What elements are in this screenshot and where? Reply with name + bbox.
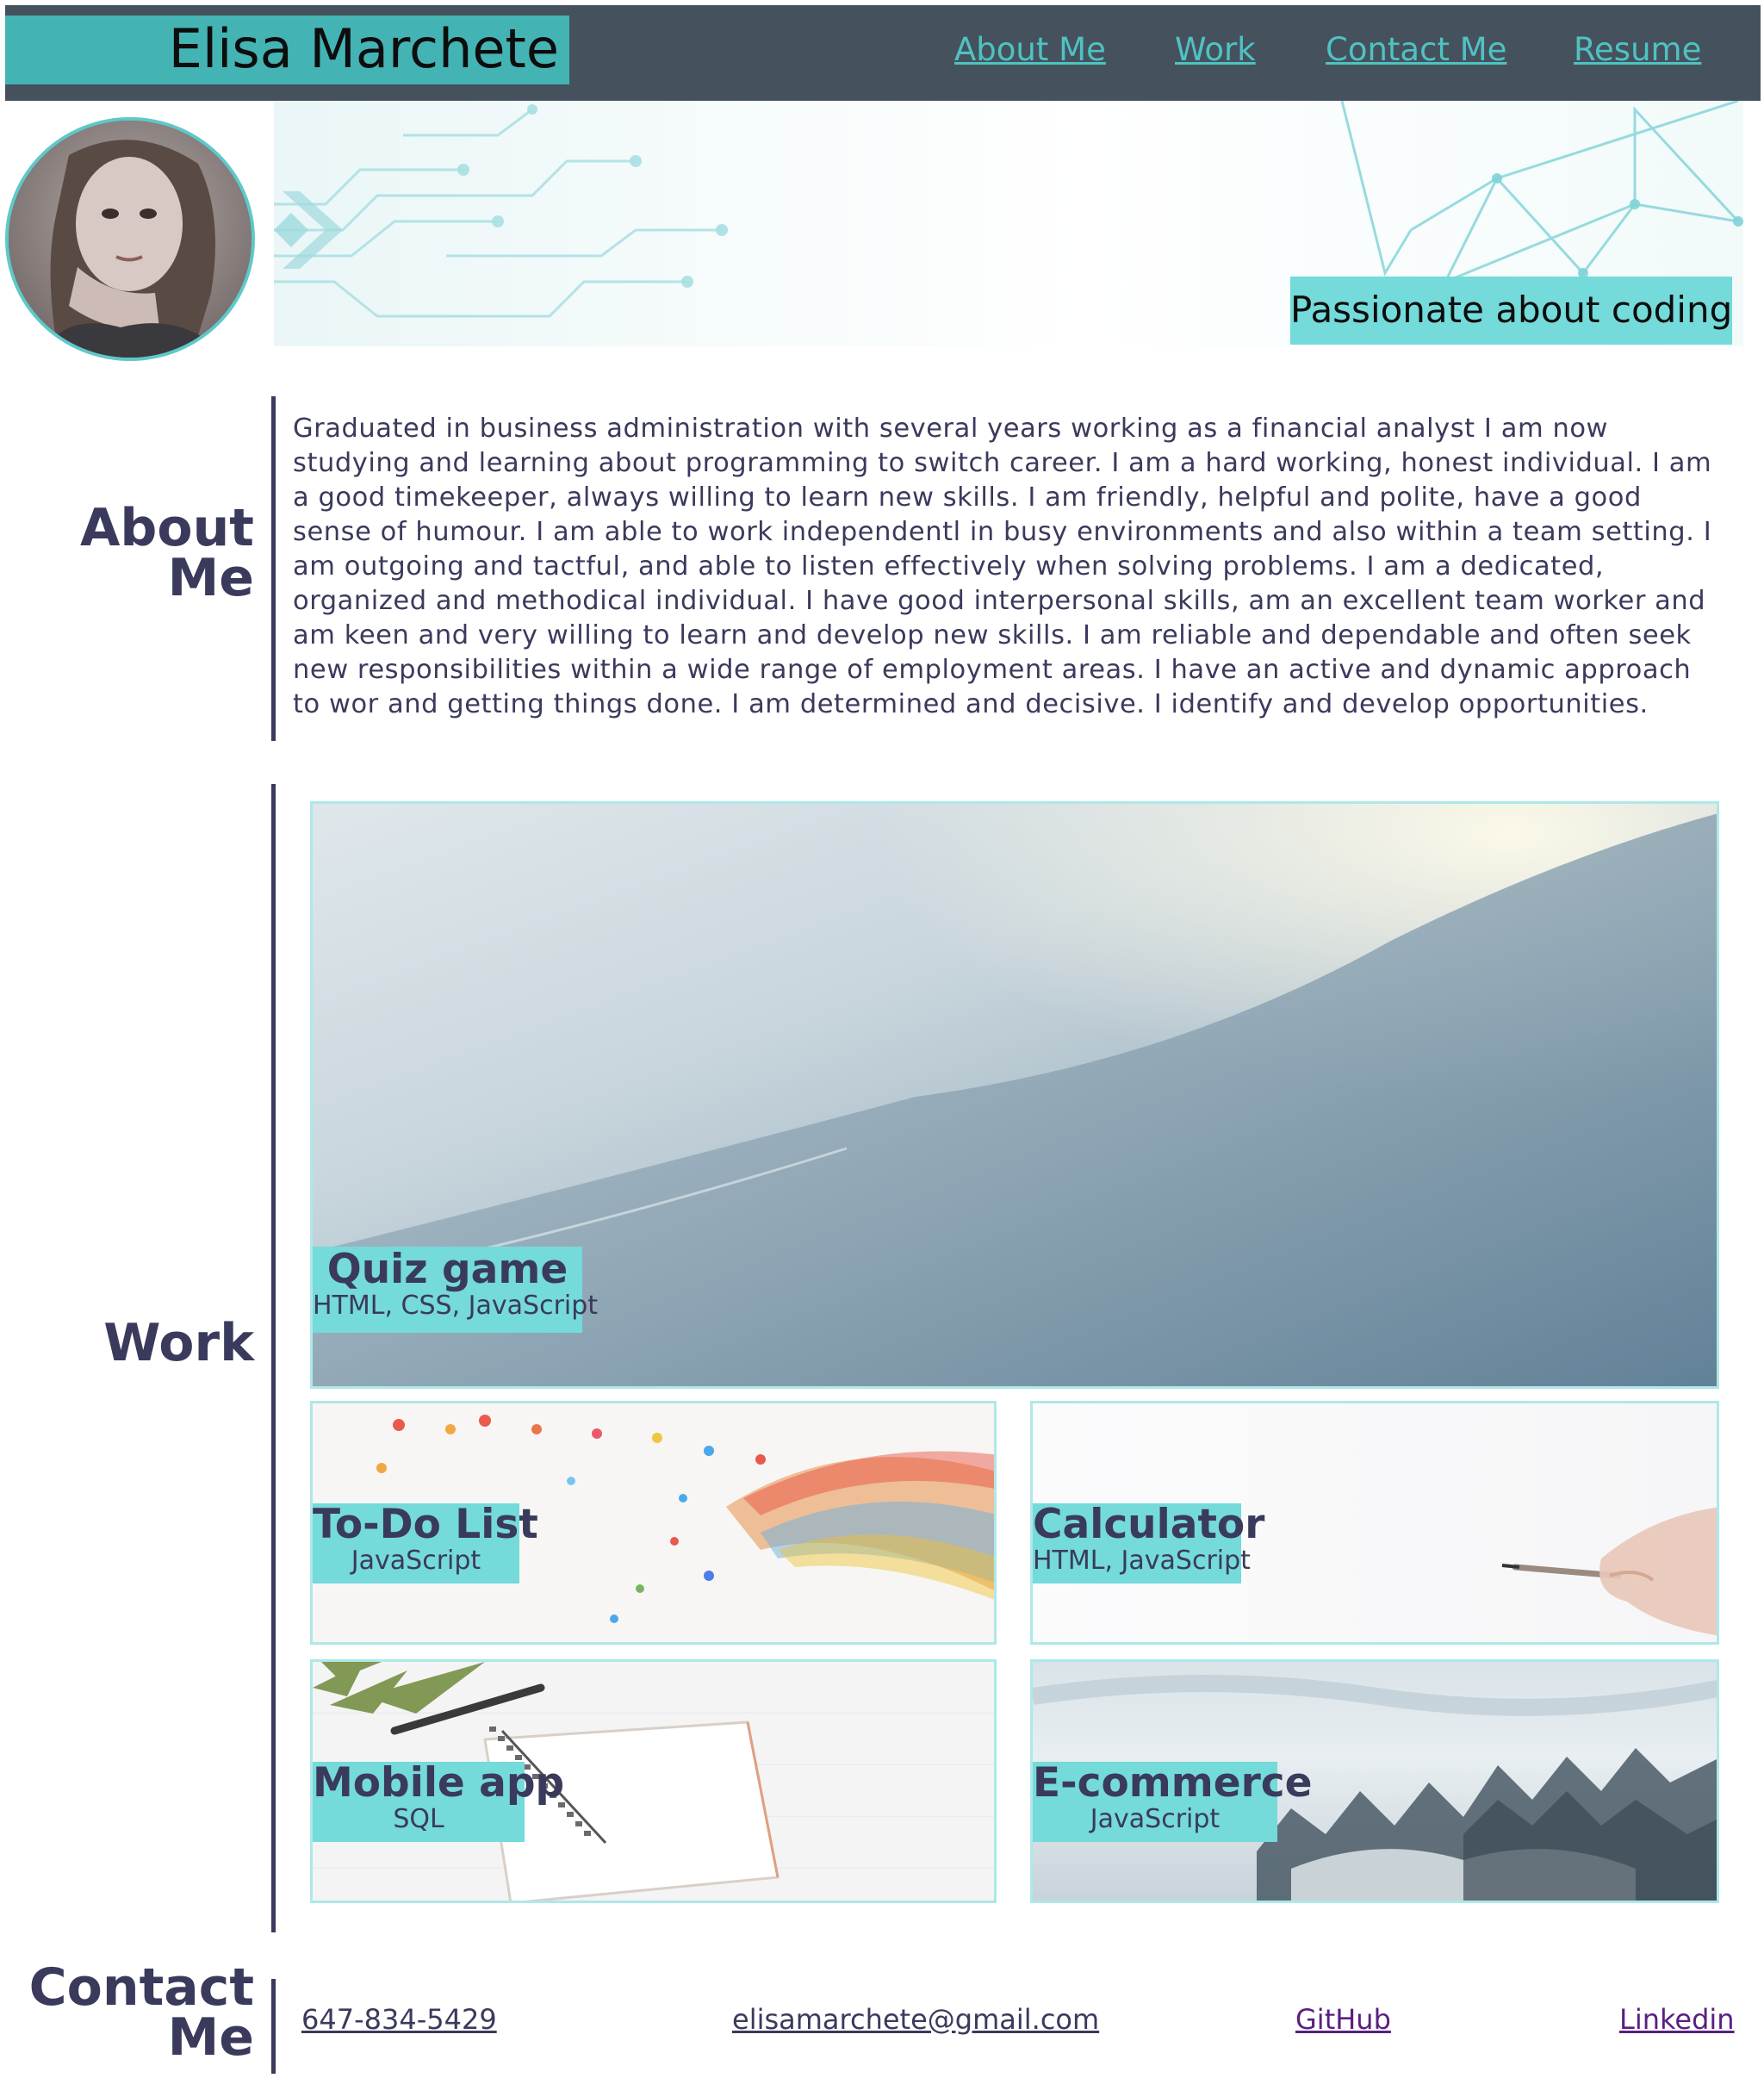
project-title: Quiz game	[326, 1246, 568, 1293]
contact-phone-link[interactable]: 647-834-5429	[301, 2003, 497, 2036]
site-header: Elisa Marchete About Me Work Contact Me …	[5, 5, 1761, 101]
project-title: E-commerce	[1033, 1759, 1313, 1807]
contact-divider	[271, 1979, 276, 2074]
nav-contact-me[interactable]: Contact Me	[1326, 31, 1506, 68]
project-title: Mobile app	[313, 1759, 565, 1807]
about-paragraph: Graduated in business administration wit…	[293, 414, 1712, 719]
project-tech: JavaScript	[1090, 1804, 1221, 1834]
contact-linkedin-link[interactable]: Linkedin	[1619, 2003, 1735, 2036]
contact-email-link[interactable]: elisamarchete@gmail.com	[732, 2003, 1099, 2036]
project-card-e-commerce[interactable]: E-commerce JavaScript	[1030, 1659, 1719, 1903]
project-tech: HTML, CSS, JavaScript	[313, 1291, 599, 1321]
project-tech: SQL	[393, 1804, 444, 1834]
contact-heading: Contact Me	[17, 1957, 254, 2068]
nav-about-me[interactable]: About Me	[954, 31, 1106, 68]
nav-resume[interactable]: Resume	[1574, 31, 1701, 68]
project-title: To-Do List	[313, 1501, 538, 1548]
project-label: Mobile app SQL	[313, 1759, 565, 1842]
contact-heading-line1: Contact	[28, 1957, 254, 2018]
contact-github-link[interactable]: GitHub	[1295, 2003, 1391, 2036]
nav-work[interactable]: Work	[1175, 31, 1256, 68]
about-divider	[271, 396, 276, 741]
project-label: To-Do List JavaScript	[313, 1501, 538, 1583]
profile-photo	[5, 117, 255, 361]
work-heading: Work	[17, 1313, 254, 1373]
project-card-mobile-app[interactable]: Mobile app SQL	[310, 1659, 997, 1903]
about-heading-line2: Me	[167, 548, 254, 608]
project-card-to-do-list[interactable]: To-Do List JavaScript	[310, 1401, 997, 1645]
project-tech: JavaScript	[351, 1546, 481, 1576]
project-label: Calculator HTML, JavaScript	[1033, 1501, 1265, 1583]
contact-heading-line2: Me	[167, 2007, 254, 2068]
project-card-calculator[interactable]: Calculator HTML, JavaScript	[1030, 1401, 1719, 1645]
about-heading-line1: About	[79, 498, 254, 558]
portrait-illustration	[9, 121, 252, 358]
project-label: E-commerce JavaScript	[1033, 1759, 1313, 1842]
project-label: Quiz game HTML, CSS, JavaScript	[313, 1246, 599, 1333]
about-heading: About Me	[17, 498, 254, 608]
project-title: Calculator	[1033, 1501, 1265, 1548]
tagline: Passionate about coding	[1290, 289, 1733, 331]
project-card-quiz-game[interactable]: Quiz game HTML, CSS, JavaScript	[310, 801, 1719, 1389]
work-divider	[271, 784, 276, 1932]
project-tech: HTML, JavaScript	[1033, 1546, 1251, 1576]
site-name: Elisa Marchete	[168, 17, 559, 80]
name-banner: Elisa Marchete	[5, 16, 569, 84]
work-heading-text: Work	[103, 1313, 254, 1373]
tagline-badge: Passionate about coding	[1290, 277, 1732, 345]
